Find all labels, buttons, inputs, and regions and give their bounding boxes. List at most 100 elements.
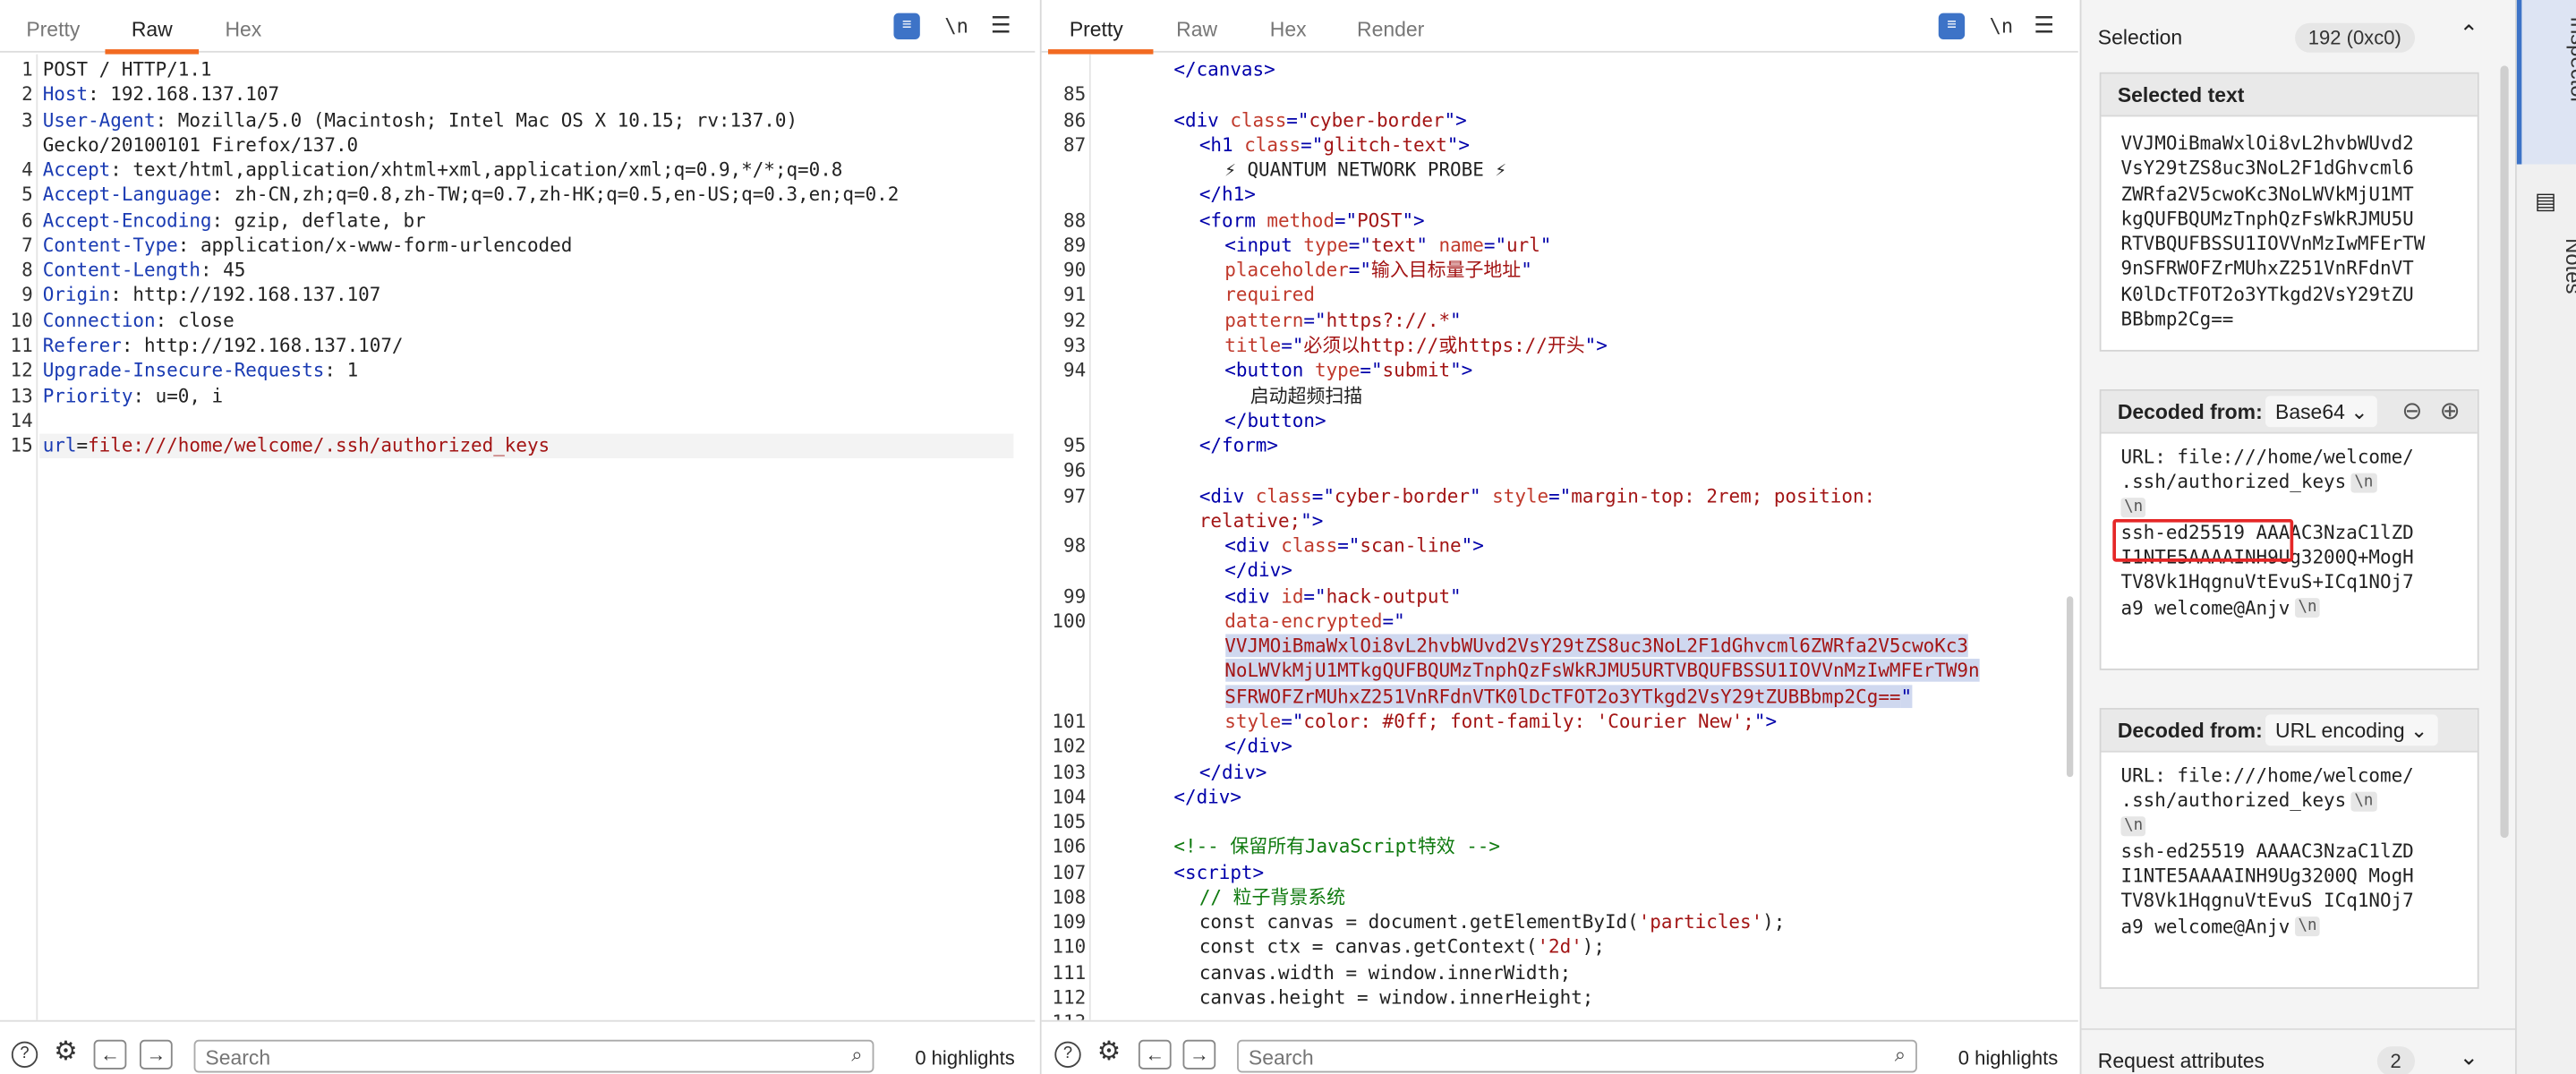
code-token: title (1224, 333, 1282, 357)
notes-icon[interactable]: ▤ (2535, 187, 2556, 215)
previous-arrow-icon[interactable]: ← (1138, 1039, 1172, 1070)
code-token: " (1450, 584, 1462, 608)
code-token: class (1244, 132, 1301, 156)
code-token: <form (1198, 208, 1267, 232)
code-token: placeholder (1224, 258, 1349, 282)
side-tab-inspector[interactable]: Inspector (2516, 0, 2576, 165)
show-newlines-toggle[interactable]: \n (1990, 15, 2014, 38)
newline-marker: \n (2294, 598, 2321, 618)
expand-chevron-icon[interactable]: ⌄ (2460, 1043, 2479, 1070)
code-token: 启动超频扫描 (1250, 383, 1363, 407)
response-editor[interactable]: </canvas> 85 86 <div class="cyber-border"> 8… (1041, 54, 2078, 1020)
code-token: "> (1584, 333, 1608, 357)
code-line: Referer: http://192.168.137.107/ (43, 334, 404, 359)
response-search-box[interactable]: ⌕ (1237, 1039, 1917, 1074)
collapse-chevron-icon[interactable]: ⌃ (2460, 20, 2479, 47)
selection-label: Selection (2097, 26, 2183, 50)
request-tab-hex[interactable]: Hex (225, 18, 261, 41)
code-token: <div (1173, 107, 1231, 131)
line-number: 6 (21, 208, 33, 232)
url-decoded-content[interactable]: URL: file:///home/welcome/.ssh/authorize… (2101, 753, 2477, 951)
decoded-line: \n (2120, 495, 2458, 520)
decoded-text: URL: file:///home/welcome/ (2120, 445, 2414, 469)
selection-header[interactable]: Selection 192 (0xc0) ⌃ (2081, 0, 2515, 72)
add-decode-icon[interactable]: ⊕ (2440, 396, 2461, 425)
code-token: "> (1450, 358, 1473, 382)
code-token: </div> (1224, 558, 1292, 583)
code-line: style="color: #0ff; font-family: 'Courie… (1224, 710, 1777, 735)
code-token: POST / HTTP/1.1 (42, 57, 212, 81)
word-wrap-icon[interactable]: ≡ (893, 13, 920, 40)
code-line: <h1 class="glitch-text"> (1199, 132, 1470, 158)
code-token: =" (1360, 358, 1383, 382)
request-search-box[interactable]: ⌕ (193, 1039, 874, 1074)
code-line: Content-Length: 45 (43, 258, 246, 283)
line-number (1042, 183, 1087, 208)
line-number: 3 (21, 107, 33, 131)
code-token: text (1370, 233, 1417, 257)
line-number: 111 (1052, 960, 1087, 984)
code-token: =" (1286, 107, 1309, 131)
response-tab-raw[interactable]: Raw (1176, 18, 1217, 41)
code-token: Host (42, 82, 89, 106)
code-token: =" (1281, 333, 1304, 357)
line-number: 2 (21, 82, 33, 106)
code-token: Content-Type (42, 233, 178, 257)
line-number (0, 132, 33, 158)
next-arrow-icon[interactable]: → (1182, 1039, 1216, 1070)
pane-menu-icon[interactable]: ☰ (991, 12, 1011, 39)
response-tab-hex[interactable]: Hex (1270, 18, 1307, 41)
code-token: submit (1382, 358, 1451, 382)
code-line: placeholder="输入目标量子地址" (1224, 258, 1532, 283)
newline-marker: \n (2294, 916, 2321, 937)
word-wrap-icon[interactable]: ≡ (1938, 13, 1966, 40)
selected-text-content[interactable]: VVJMOiBmaWxlOi8vL2hvbWUvd2 VsY29tZS8uc3N… (2101, 116, 2477, 344)
request-attributes-header[interactable]: Request attributes 2 ⌄ (2081, 1027, 2515, 1074)
code-token: " (1450, 308, 1462, 332)
line-number: 105 (1052, 810, 1087, 833)
code-token: =" (1348, 258, 1371, 282)
response-tab-render[interactable]: Render (1357, 18, 1424, 41)
response-tab-pretty[interactable]: Pretty (1070, 18, 1123, 41)
line-number (1042, 384, 1087, 409)
line-number: 14 (10, 408, 33, 432)
request-editor[interactable]: 1 POST / HTTP/1.1 2 Host: 192.168.137.107 3 U… (0, 54, 1035, 1020)
code-token: class (1230, 107, 1287, 131)
decoded-text: .ssh/authorized_keys (2120, 470, 2347, 494)
code-line: </canvas> (1173, 57, 1275, 82)
help-icon[interactable]: ? (11, 1041, 38, 1069)
request-tab-pretty[interactable]: Pretty (26, 18, 80, 41)
decoded-line: URL: file:///home/welcome/ (2121, 445, 2458, 470)
code-line: SFRWOFZrMUhxZ251VnRFdnVTK0lDcTFOT2o3YTkg… (1224, 684, 1913, 710)
code-line: NoLWVkMjU1MTkgQUFBQUMzTnphQzFsWkRJMU5URT… (1224, 659, 1980, 685)
settings-gear-icon[interactable]: ⚙ (53, 1039, 79, 1068)
next-arrow-icon[interactable]: → (140, 1039, 173, 1070)
line-number: 1 (21, 57, 33, 81)
code-token: cyber-border (1309, 107, 1445, 131)
code-token: =" (1382, 609, 1405, 633)
decode-format-dropdown[interactable]: URL encoding ⌄ (2265, 714, 2438, 746)
decoded-line: .ssh/authorized_keys \n (2121, 470, 2458, 495)
code-token: '2d' (1537, 935, 1582, 959)
help-icon[interactable]: ? (1054, 1041, 1081, 1069)
code-token: required (1224, 283, 1316, 307)
code-line: required (1224, 283, 1315, 308)
settings-gear-icon[interactable]: ⚙ (1096, 1039, 1122, 1068)
scrollbar-thumb[interactable] (2066, 596, 2074, 778)
decode-format-dropdown[interactable]: Base64 ⌄ (2265, 396, 2378, 428)
code-token: Upgrade-Insecure-Requests (42, 358, 325, 382)
side-tab-notes[interactable]: Notes (2525, 238, 2576, 294)
remove-decode-icon[interactable]: ⊖ (2401, 396, 2422, 425)
request-tab-raw[interactable]: Raw (132, 18, 173, 41)
request-search-input[interactable] (195, 1041, 805, 1074)
code-token: : http://192.168.137.107 (110, 283, 381, 307)
line-number: 113 (1042, 1010, 1086, 1020)
previous-arrow-icon[interactable]: ← (93, 1039, 127, 1070)
code-line: <div class="cyber-border"> (1173, 107, 1466, 132)
code-line: Connection: close (43, 308, 235, 333)
inspector-scrollbar[interactable] (2500, 65, 2509, 839)
pane-menu-icon[interactable]: ☰ (2034, 12, 2054, 39)
response-search-input[interactable] (1238, 1041, 1848, 1074)
show-newlines-toggle[interactable]: \n (944, 15, 968, 38)
decoded-from-label: Decoded from: (2117, 400, 2263, 424)
